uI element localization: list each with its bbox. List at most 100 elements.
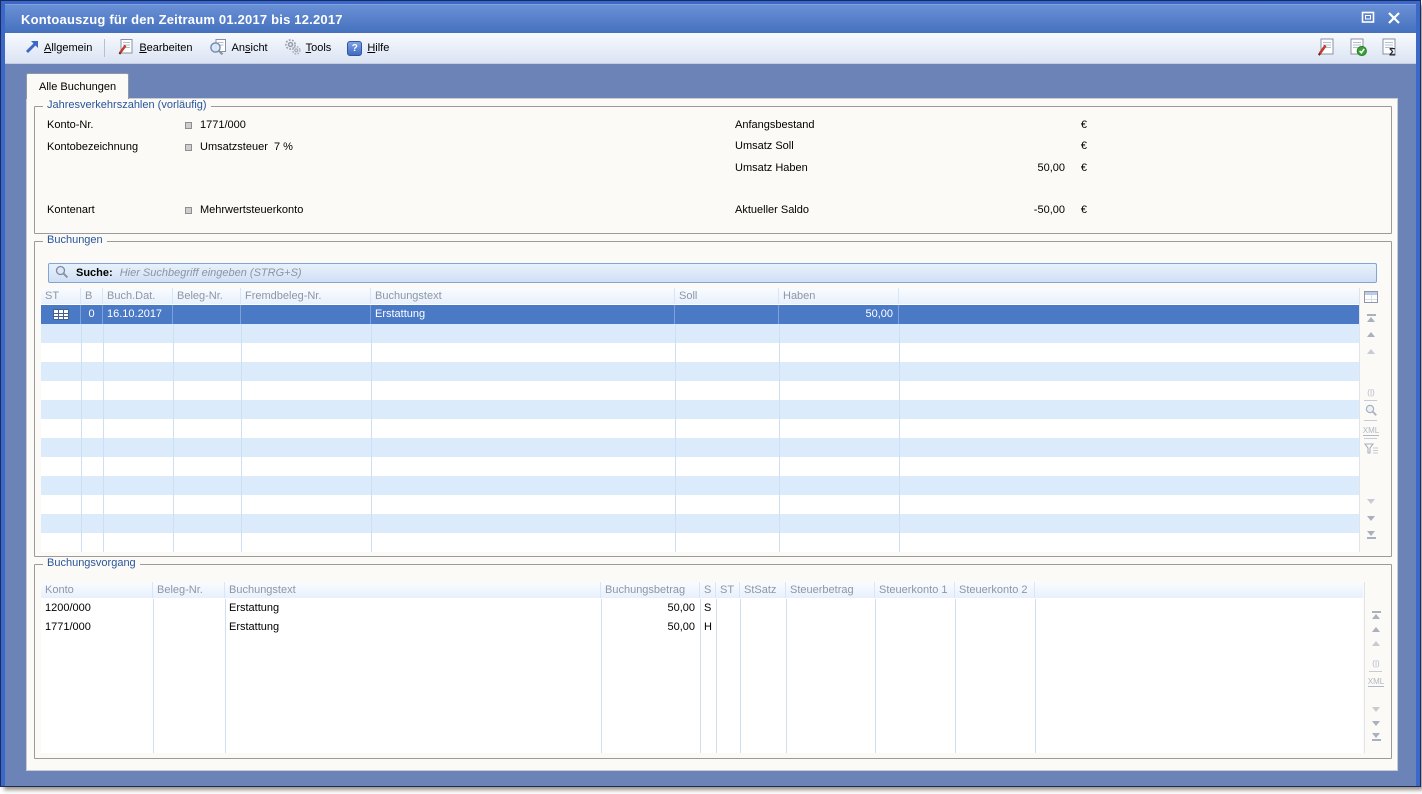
field-value: 1771/000 [200, 119, 246, 131]
bookings-empty-rows[interactable] [41, 324, 1359, 552]
journal-grid-icon [53, 309, 69, 320]
column-header[interactable]: Steuerkonto 2 [955, 582, 1035, 598]
steuerkonto1-cell [875, 618, 955, 637]
column-header[interactable]: Konto [41, 582, 153, 598]
field-label: Konto-Nr. [47, 119, 185, 131]
fit-columns-icon[interactable]: (|) [1366, 657, 1386, 670]
menu-tools[interactable]: Tools [276, 35, 340, 61]
scroll-bottom-icon[interactable] [1366, 731, 1386, 744]
vorgang-row[interactable]: 1200/000 Erstattung 50,00 S [41, 599, 1363, 618]
column-header[interactable]: Beleg-Nr. [173, 288, 241, 304]
menu-bearbeiten[interactable]: Bearbeiten [109, 35, 200, 61]
search-placeholder: Hier Suchbegriff eingeben (STRG+S) [120, 267, 302, 279]
page-up-icon[interactable] [1361, 328, 1381, 341]
line-up-icon[interactable] [1361, 345, 1381, 358]
scroll-bottom-icon[interactable] [1361, 529, 1381, 542]
column-header[interactable]: Fremdbeleg-Nr. [241, 288, 371, 304]
summary-groupbox: Jahresverkehrszahlen (vorläufig) Konto-N… [34, 106, 1392, 234]
column-header[interactable]: S [700, 582, 716, 598]
currency-symbol: € [1065, 204, 1087, 216]
svg-text:Σ: Σ [1389, 47, 1396, 58]
page-up-icon[interactable] [1366, 623, 1386, 636]
field-label: Umsatz Haben [735, 162, 935, 174]
text-cell: Erstattung [225, 618, 601, 637]
field-value: -50,00 [935, 204, 1065, 216]
column-header[interactable]: Buchungsbetrag [601, 582, 700, 598]
bookings-header-row: ST B Buch.Dat. Beleg-Nr. Fremdbeleg-Nr. … [41, 288, 1359, 305]
fit-columns-icon[interactable]: (|) [1361, 386, 1381, 399]
currency-symbol: € [1065, 162, 1087, 174]
summary-legend: Jahresverkehrszahlen (vorläufig) [43, 99, 211, 111]
line-up-icon[interactable] [1366, 637, 1386, 650]
zoom-icon[interactable] [1361, 404, 1381, 417]
column-header[interactable]: Soll [675, 288, 779, 304]
menu-hilfe[interactable]: ? Hilfe [339, 38, 397, 59]
menubar: Allgemein Bearbeiten Ansicht Tools [5, 33, 1416, 64]
soll-cell [675, 305, 779, 324]
menu-allgemein[interactable]: Allgemein [15, 36, 100, 61]
scroll-top-icon[interactable] [1361, 311, 1381, 324]
tab-alle-buchungen[interactable]: Alle Buchungen [26, 73, 129, 99]
xml-export-icon[interactable]: XML [1361, 424, 1381, 437]
st-cell [716, 618, 740, 637]
column-header[interactable]: B [81, 288, 103, 304]
line-down-icon[interactable] [1366, 703, 1386, 716]
vorgang-row[interactable]: 1771/000 Erstattung 50,00 H [41, 618, 1363, 637]
vorgang-side-toolbar: (|) XML [1366, 599, 1388, 753]
column-header[interactable]: Beleg-Nr. [153, 582, 225, 598]
filter-icon[interactable] [1361, 442, 1381, 455]
steuerkonto1-cell [875, 599, 955, 618]
column-header-filler [1035, 582, 1363, 598]
document-sum-icon[interactable]: Σ [1380, 37, 1400, 60]
search-bar[interactable]: Suche: Hier Suchbegriff eingeben (STRG+S… [48, 263, 1377, 283]
b-cell: 0 [81, 305, 103, 324]
document-pen-icon[interactable] [1316, 37, 1336, 60]
beleg-cell [153, 599, 225, 618]
column-header[interactable]: Steuerbetrag [786, 582, 875, 598]
scroll-top-icon[interactable] [1366, 608, 1386, 621]
toolbar-separator [1364, 400, 1377, 401]
column-header[interactable]: Steuerkonto 1 [875, 582, 955, 598]
column-header[interactable]: ST [716, 582, 740, 598]
gears-icon [284, 38, 301, 58]
beleg-cell [173, 305, 241, 324]
column-header[interactable]: Haben [779, 288, 899, 304]
column-header[interactable]: StSatz [740, 582, 786, 598]
column-header[interactable]: Buchungstext [225, 582, 601, 598]
vorgang-legend: Buchungsvorgang [43, 557, 140, 569]
bullet-icon [185, 144, 192, 151]
stsatz-cell [740, 599, 786, 618]
page-down-icon[interactable] [1366, 717, 1386, 730]
bullet-icon [185, 122, 192, 129]
titlebar[interactable]: Kontoauszug für den Zeitraum 01.2017 bis… [5, 4, 1416, 33]
column-chooser-icon[interactable] [1361, 290, 1381, 303]
bookings-groupbox: Buchungen Suche: Hier Suchbegriff eingeb… [34, 241, 1392, 557]
filler-cell [899, 305, 1359, 324]
content-area: Alle Buchungen Jahresverkehrszahlen (vor… [5, 64, 1416, 786]
page-down-icon[interactable] [1361, 512, 1381, 525]
vorgang-table-body[interactable]: 1200/000 Erstattung 50,00 S [41, 599, 1363, 753]
help-icon: ? [347, 41, 362, 56]
sh-cell: H [700, 618, 716, 637]
line-down-icon[interactable] [1361, 495, 1381, 508]
steuerbetrag-cell [786, 599, 875, 618]
column-header[interactable]: ST [41, 288, 81, 304]
menu-ansicht[interactable]: Ansicht [201, 35, 276, 61]
toolbar-separator [1364, 420, 1377, 421]
column-header[interactable]: Buch.Dat. [103, 288, 173, 304]
column-header[interactable]: Buchungstext [371, 288, 675, 304]
text-cell: Erstattung [225, 599, 601, 618]
currency-symbol: € [1065, 119, 1087, 131]
sh-cell: S [700, 599, 716, 618]
betrag-cell: 50,00 [601, 618, 700, 637]
beleg-cell [153, 618, 225, 637]
field-label: Kontobezeichnung [47, 141, 185, 153]
field-value: 50,00 [935, 162, 1065, 174]
document-check-icon[interactable] [1348, 37, 1368, 60]
xml-export-icon[interactable]: XML [1366, 675, 1386, 688]
restore-button[interactable] [1360, 11, 1376, 27]
close-button[interactable] [1386, 11, 1402, 27]
booking-row-selected[interactable]: 0 16.10.2017 Erstattung 50,00 [41, 305, 1359, 324]
vorgang-groupbox: Buchungsvorgang Konto Beleg-Nr. Buchungs… [34, 564, 1392, 759]
window-frame: Kontoauszug für den Zeitraum 01.2017 bis… [1, 1, 1420, 786]
